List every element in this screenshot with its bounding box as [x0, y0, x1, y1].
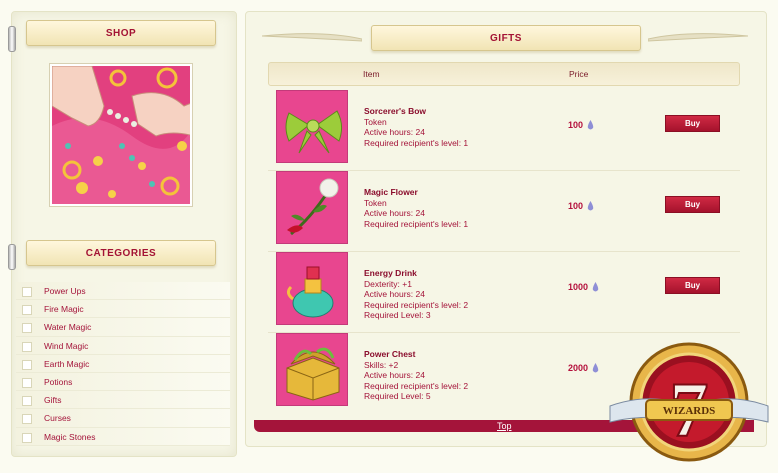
gift-detail: Active hours: 24 — [364, 289, 425, 299]
gift-detail: Token — [364, 197, 387, 208]
scroll-rod-decoration — [8, 26, 16, 52]
gift-detail: Skills: +2 — [364, 359, 399, 370]
potion-bottle-icon — [276, 252, 348, 325]
bow-icon — [276, 90, 348, 163]
mana-drop-icon — [587, 201, 594, 211]
category-curses[interactable]: Curses — [16, 409, 230, 428]
category-potions[interactable]: Potions — [16, 372, 230, 392]
gift-row: Magic Flower Token Active hours: 24 Requ… — [268, 171, 740, 252]
gift-row: Energy Drink Dexterity: +1 Active hours:… — [268, 252, 740, 333]
gift-price: 100 — [568, 201, 594, 211]
price-value: 1000 — [568, 282, 589, 292]
gift-info: Magic Flower Token Active hours: 24 Requ… — [364, 187, 468, 229]
buy-button[interactable]: Buy — [665, 196, 720, 213]
category-gifts[interactable]: Gifts — [16, 391, 230, 410]
shop-title: SHOP — [105, 27, 137, 39]
gift-price: 1000 — [568, 282, 599, 292]
price-value: 100 — [568, 120, 584, 130]
gift-detail: Required recipient's level: 2 — [364, 380, 469, 391]
gift-detail: Required recipient's level: 1 — [364, 218, 469, 229]
gift-name: Magic Flower — [364, 187, 418, 197]
top-link[interactable]: Top — [497, 420, 512, 432]
buy-button[interactable]: Buy — [665, 277, 720, 294]
category-wind-magic[interactable]: Wind Magic — [16, 336, 230, 355]
shop-hands-illustration — [50, 64, 192, 206]
gift-detail: Token — [364, 116, 387, 127]
price-value: 2000 — [568, 363, 589, 373]
category-list: Power Ups Fire Magic Water Magic Wind Ma… — [16, 282, 230, 446]
logo-wordmark: WIZARDS — [663, 405, 716, 417]
category-earth-magic[interactable]: Earth Magic — [16, 354, 230, 373]
gift-detail: Required recipient's level: 1 — [364, 137, 469, 148]
column-item: Item — [363, 69, 380, 79]
table-header: Item Price — [268, 62, 740, 86]
mana-drop-icon — [592, 282, 599, 292]
left-wing-decoration — [262, 33, 362, 42]
gift-detail: Dexterity: +1 — [364, 278, 412, 289]
gift-detail: Active hours: 24 — [364, 208, 425, 218]
price-value: 100 — [568, 201, 584, 211]
gift-info: Power Chest Skills: +2 Active hours: 24 … — [364, 349, 468, 402]
gift-detail: Required Level: 5 — [364, 391, 431, 401]
column-price: Price — [569, 69, 589, 79]
category-fire-magic[interactable]: Fire Magic — [16, 300, 230, 319]
gift-detail: Active hours: 24 — [364, 370, 425, 380]
gifts-title: GIFTS — [490, 32, 522, 44]
gift-name: Energy Drink — [364, 268, 417, 278]
gifts-header: GIFTS — [371, 25, 641, 51]
shop-header: SHOP — [26, 20, 216, 46]
category-magic-stones[interactable]: Magic Stones — [16, 427, 230, 446]
gift-info: Energy Drink Dexterity: +1 Active hours:… — [364, 268, 468, 321]
gift-detail: Required Level: 3 — [364, 310, 431, 320]
gift-detail: Active hours: 24 — [364, 127, 425, 137]
mana-drop-icon — [587, 120, 594, 130]
seven-wizards-logo: 7 WIZARDS — [604, 336, 774, 472]
categories-title: CATEGORIES — [85, 247, 157, 259]
flower-icon — [276, 171, 348, 244]
sidebar: SHOP CATEGORIES Power Ups Fire Magic Wat… — [0, 0, 237, 473]
category-water-magic[interactable]: Water Magic — [16, 318, 230, 337]
buy-button[interactable]: Buy — [665, 115, 720, 132]
categories-header: CATEGORIES — [26, 240, 216, 266]
gift-info: Sorcerer's Bow Token Active hours: 24 Re… — [364, 106, 468, 148]
gift-name: Sorcerer's Bow — [364, 106, 427, 116]
gift-row: Sorcerer's Bow Token Active hours: 24 Re… — [268, 90, 740, 171]
right-wing-decoration — [648, 33, 748, 42]
gift-price: 100 — [568, 120, 594, 130]
category-power-ups[interactable]: Power Ups — [16, 282, 230, 301]
gift-name: Power Chest — [364, 349, 416, 359]
mana-drop-icon — [592, 363, 599, 373]
scroll-rod-decoration — [8, 244, 16, 270]
gift-price: 2000 — [568, 363, 599, 373]
gift-detail: Required recipient's level: 2 — [364, 299, 469, 310]
treasure-chest-icon — [276, 333, 348, 406]
